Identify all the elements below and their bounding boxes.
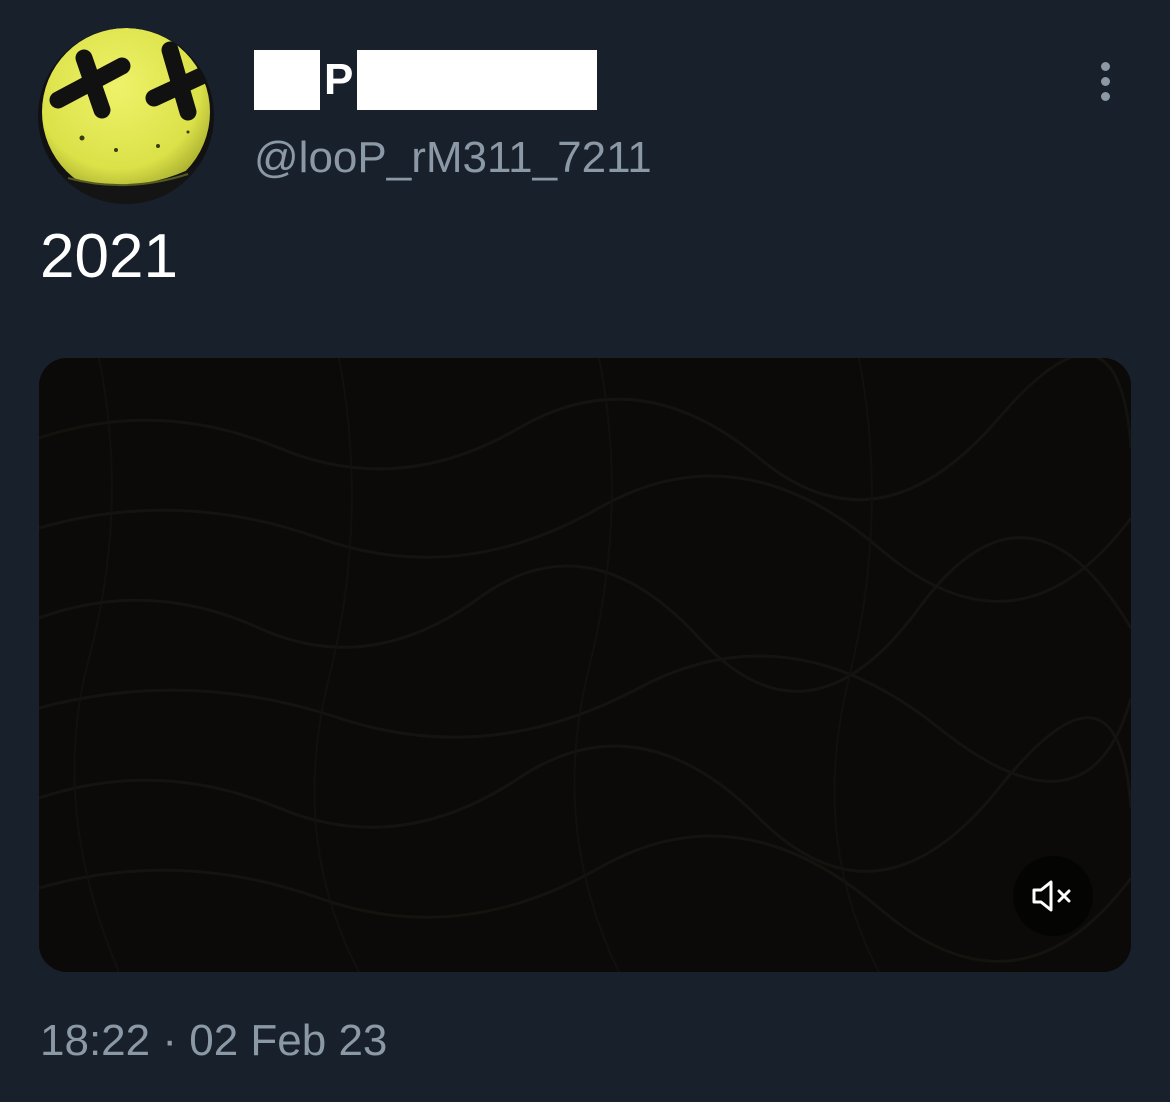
more-vertical-icon <box>1100 91 1110 101</box>
tweet-timestamp[interactable]: 18:22 · 02 Feb 23 <box>40 1014 387 1068</box>
tweet-time: 18:22 <box>40 1016 151 1065</box>
separator-dot: · <box>162 1016 177 1065</box>
more-vertical-icon <box>1100 76 1110 86</box>
tweet-date: 02 Feb 23 <box>189 1016 388 1065</box>
author-handle[interactable]: @looP_rM311_7211 <box>254 132 652 184</box>
redaction-box <box>254 50 320 110</box>
unmute-button[interactable] <box>1013 856 1093 936</box>
display-name-visible-letter: P <box>324 55 354 104</box>
author-avatar[interactable] <box>38 28 214 204</box>
redaction-box <box>357 50 598 110</box>
more-options-button[interactable] <box>1082 56 1128 106</box>
tweet-text: 2021 <box>40 222 178 291</box>
video-frame <box>39 358 1131 972</box>
tweet-video[interactable] <box>39 358 1131 972</box>
author-display-name[interactable]: P <box>254 50 598 110</box>
speaker-muted-icon <box>1032 880 1071 912</box>
more-vertical-icon <box>1100 61 1110 71</box>
